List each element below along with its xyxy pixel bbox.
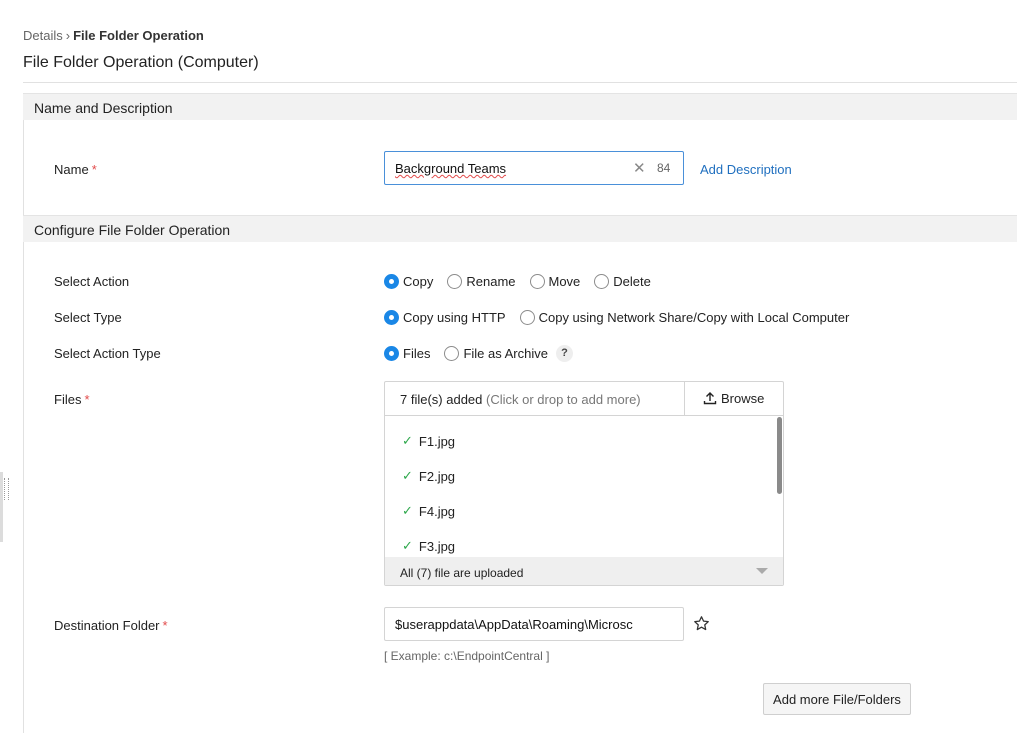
- file-name: F1.jpg: [418, 433, 456, 449]
- radio-icon[interactable]: [529, 273, 545, 289]
- select-type-radio-group: Copy using HTTP Copy using Network Share…: [384, 308, 863, 326]
- radio-selected-icon[interactable]: [384, 345, 399, 361]
- file-name: F4.jpg: [418, 503, 456, 519]
- file-list-scrollbar[interactable]: [777, 417, 782, 494]
- radio-icon[interactable]: [447, 273, 463, 289]
- radio-icon[interactable]: [594, 273, 610, 289]
- file-list-item: ✓ F3.jpg: [402, 538, 455, 554]
- radio-label: File as Archive: [463, 345, 548, 361]
- file-upload-box: 7 file(s) added (Click or drop to add mo…: [384, 381, 784, 586]
- file-list-item: ✓ F2.jpg: [402, 468, 455, 484]
- grip-icon: [4, 478, 9, 500]
- close-icon[interactable]: ✕: [633, 159, 646, 177]
- add-more-files-button[interactable]: Add more File/Folders: [763, 683, 911, 715]
- radio-label: Copy using HTTP: [403, 309, 506, 325]
- section-header-name-description: Name and Description: [23, 93, 1017, 120]
- radio-icon[interactable]: [519, 309, 535, 325]
- radio-option-files[interactable]: Files: [384, 345, 431, 361]
- required-mark: *: [91, 162, 97, 177]
- breadcrumb-parent[interactable]: Details: [23, 28, 63, 43]
- radio-label: Copy using Network Share/Copy with Local…: [538, 309, 850, 325]
- browse-label: Browse: [721, 391, 765, 406]
- name-input-value[interactable]: Background Teams: [395, 161, 506, 176]
- breadcrumb: Details › File Folder Operation: [23, 28, 204, 43]
- select-action-type-label: Select Action Type: [54, 346, 161, 361]
- files-label: Files *: [54, 392, 90, 407]
- radio-label: Files: [403, 345, 431, 361]
- file-name: F2.jpg: [418, 468, 456, 484]
- radio-option-copy-http[interactable]: Copy using HTTP: [384, 309, 506, 325]
- file-list[interactable]: ✓ F1.jpg ✓ F2.jpg ✓ F4.jpg ✓ F3.jpg: [385, 417, 783, 557]
- upload-status-text: All (7) file are uploaded: [400, 566, 524, 580]
- select-action-radio-group: Copy Rename Move Delete: [384, 272, 665, 290]
- sidebar-resize-handle[interactable]: [0, 472, 10, 542]
- upload-icon: [703, 392, 717, 405]
- upload-status-bar[interactable]: All (7) file are uploaded: [385, 557, 783, 585]
- browse-button[interactable]: Browse: [684, 382, 783, 416]
- check-icon: ✓: [402, 433, 413, 448]
- char-count: 84: [657, 161, 671, 175]
- destination-example-hint: [ Example: c:\EndpointCentral ]: [384, 649, 550, 663]
- handle-bar: [0, 472, 3, 542]
- radio-selected-icon[interactable]: [384, 273, 399, 289]
- name-label: Name *: [54, 162, 97, 177]
- file-list-item: ✓ F1.jpg: [402, 433, 455, 449]
- star-icon[interactable]: [693, 615, 710, 632]
- check-icon: ✓: [402, 468, 413, 483]
- radio-option-delete[interactable]: Delete: [594, 273, 651, 289]
- name-label-text: Name: [54, 162, 89, 177]
- select-action-type-radio-group: Files File as Archive ?: [384, 344, 573, 362]
- destination-label-text: Destination Folder: [54, 618, 160, 633]
- select-action-label: Select Action: [54, 274, 130, 289]
- help-icon[interactable]: ?: [556, 344, 573, 362]
- radio-option-move[interactable]: Move: [529, 273, 581, 289]
- file-list-item: ✓ F4.jpg: [402, 503, 455, 519]
- radio-option-rename[interactable]: Rename: [447, 273, 516, 289]
- radio-option-file-archive[interactable]: File as Archive: [444, 345, 548, 361]
- required-mark: *: [162, 618, 168, 633]
- radio-label: Delete: [613, 273, 651, 289]
- caret-down-icon[interactable]: [756, 568, 768, 574]
- file-drop-zone[interactable]: 7 file(s) added (Click or drop to add mo…: [385, 382, 684, 416]
- section-header-configure: Configure File Folder Operation: [23, 215, 1017, 242]
- select-type-label: Select Type: [54, 310, 122, 325]
- page-title: File Folder Operation (Computer): [23, 54, 259, 71]
- destination-folder-input[interactable]: $userappdata\AppData\Roaming\Microsc: [384, 607, 684, 641]
- radio-selected-icon[interactable]: [384, 309, 399, 325]
- radio-label: Move: [548, 273, 581, 289]
- radio-label: Copy: [403, 273, 434, 289]
- file-name: F3.jpg: [418, 538, 456, 554]
- destination-folder-label: Destination Folder *: [54, 618, 168, 633]
- divider: [23, 82, 1017, 83]
- radio-icon[interactable]: [444, 345, 460, 361]
- chevron-right-icon: ›: [65, 28, 71, 43]
- name-input[interactable]: Background Teams ✕ 84: [384, 151, 684, 185]
- breadcrumb-current: File Folder Operation: [73, 28, 204, 43]
- file-drop-hint: (Click or drop to add more): [486, 392, 641, 407]
- required-mark: *: [84, 392, 90, 407]
- radio-label: Rename: [466, 273, 516, 289]
- add-description-link[interactable]: Add Description: [700, 162, 792, 177]
- radio-option-copy[interactable]: Copy: [384, 273, 434, 289]
- radio-option-network-share[interactable]: Copy using Network Share/Copy with Local…: [519, 309, 850, 325]
- check-icon: ✓: [402, 503, 413, 518]
- file-upload-header: 7 file(s) added (Click or drop to add mo…: [385, 382, 783, 416]
- check-icon: ✓: [402, 538, 413, 553]
- files-label-text: Files: [54, 392, 82, 407]
- destination-folder-value[interactable]: $userappdata\AppData\Roaming\Microsc: [395, 617, 635, 632]
- file-count-text: 7 file(s) added: [400, 392, 483, 407]
